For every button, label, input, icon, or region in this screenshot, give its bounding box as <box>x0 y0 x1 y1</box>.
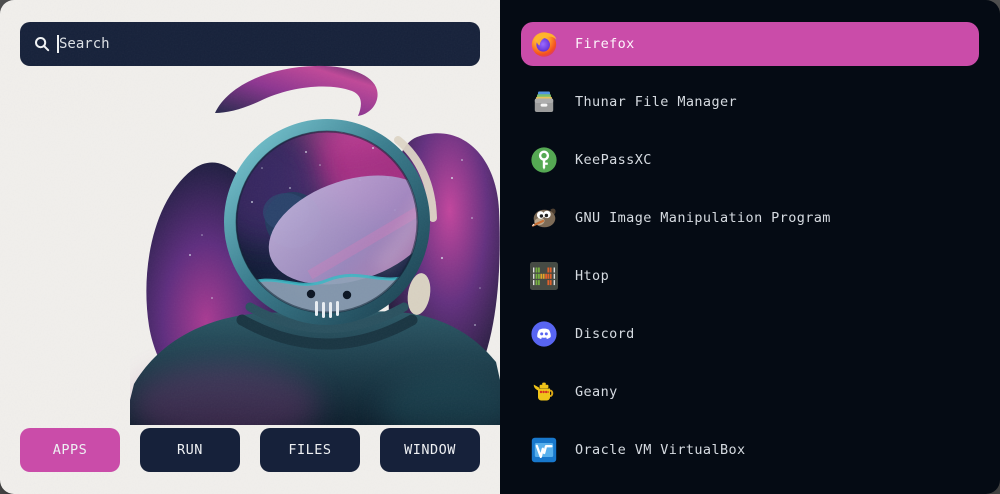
app-label: Geany <box>575 384 618 400</box>
firefox-icon <box>530 30 558 58</box>
app-row-htop[interactable]: Htop <box>521 254 979 298</box>
tab-files[interactable]: FILES <box>260 428 360 472</box>
app-label: Thunar File Manager <box>575 94 737 110</box>
search-input[interactable] <box>50 22 480 66</box>
app-launcher-window: APPS RUN FILES WINDOW Firefox Thunar File M… <box>0 0 1000 494</box>
app-label: Discord <box>575 326 635 342</box>
app-label: KeePassXC <box>575 152 652 168</box>
tab-apps[interactable]: APPS <box>20 428 120 472</box>
astronaut-illustration <box>130 60 500 425</box>
search-icon <box>34 36 50 52</box>
app-row-gnu-image-manipulation-program[interactable]: GNU Image Manipulation Program <box>521 196 979 240</box>
app-row-keepassxc[interactable]: KeePassXC <box>521 138 979 182</box>
app-label: GNU Image Manipulation Program <box>575 210 831 226</box>
left-panel: APPS RUN FILES WINDOW <box>0 0 500 494</box>
grain-texture <box>0 0 500 494</box>
app-row-thunar-file-manager[interactable]: Thunar File Manager <box>521 80 979 124</box>
virtualbox-icon <box>530 436 558 464</box>
app-row-oracle-vm-virtualbox[interactable]: Oracle VM VirtualBox <box>521 428 979 472</box>
app-row-geany[interactable]: Geany <box>521 370 979 414</box>
tab-label: RUN <box>177 442 203 458</box>
app-row-firefox[interactable]: Firefox <box>521 22 979 66</box>
app-label: Firefox <box>575 36 635 52</box>
app-row-discord[interactable]: Discord <box>521 312 979 356</box>
mode-tabs: APPS RUN FILES WINDOW <box>20 428 480 472</box>
thunar-icon <box>530 88 558 116</box>
search-bar[interactable] <box>20 22 480 66</box>
tab-label: FILES <box>288 442 331 458</box>
app-label: Oracle VM VirtualBox <box>575 442 746 458</box>
tab-label: APPS <box>53 442 88 458</box>
geany-icon <box>530 378 558 406</box>
keepassxc-icon <box>530 146 558 174</box>
app-result-list: Firefox Thunar File Manager KeePassXC GN… <box>500 0 1000 494</box>
tab-label: WINDOW <box>404 442 456 458</box>
htop-icon <box>530 262 558 290</box>
tab-run[interactable]: RUN <box>140 428 240 472</box>
discord-icon <box>530 320 558 348</box>
gimp-icon <box>530 204 558 232</box>
tab-window[interactable]: WINDOW <box>380 428 480 472</box>
app-label: Htop <box>575 268 609 284</box>
